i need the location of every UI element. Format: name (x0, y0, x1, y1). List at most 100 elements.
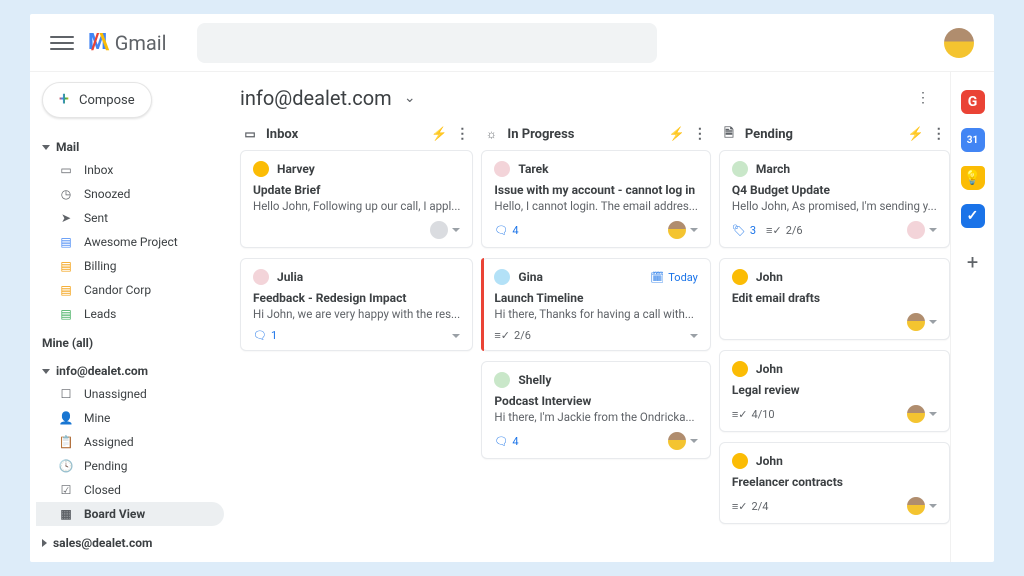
card-header: March (732, 161, 937, 177)
card-update-brief[interactable]: HarveyUpdate BriefHello John, Following … (240, 150, 473, 248)
board-title: info@dealet.com (240, 86, 392, 110)
automation-bolt-icon[interactable]: ⚡ (669, 127, 685, 142)
tag-icon: 🏷 (732, 224, 746, 237)
assignee-dropdown-icon[interactable] (452, 334, 460, 338)
column-menu-kebab-icon[interactable]: ⋮ (693, 126, 707, 142)
rail-grammarly-icon[interactable]: G (961, 90, 985, 114)
card-podcast-interview[interactable]: ShellyPodcast InterviewHi there, I'm Jac… (481, 361, 711, 459)
rail-tasks-icon[interactable]: ✓ (961, 204, 985, 228)
clipboard-icon: 🗎 (721, 126, 737, 142)
column-in-progress: ☼In Progress⚡⋮TarekIssue with my account… (479, 120, 713, 554)
sidebar-item-candor-corp[interactable]: ▤Candor Corp (36, 278, 224, 302)
automation-bolt-icon[interactable]: ⚡ (908, 127, 924, 142)
assigned-icon: 📋 (58, 434, 74, 450)
assignee-dropdown-icon[interactable] (929, 412, 937, 416)
assignee-avatar[interactable] (668, 432, 686, 450)
card-footer: ≡✓2/4 (732, 497, 937, 515)
sidebar-item-board-view[interactable]: ▦Board View (36, 502, 224, 526)
checklist-progress[interactable]: ≡✓4/10 (732, 408, 775, 421)
comment-icon: 🗨 (494, 224, 508, 237)
sidebar-item-label: Billing (84, 259, 117, 273)
comments-count[interactable]: 🗨4 (494, 435, 518, 448)
chevron-down-icon[interactable]: ⌄ (402, 90, 418, 106)
comment-icon: 🗨 (494, 435, 508, 448)
sidebar-item-billing[interactable]: ▤Billing (36, 254, 224, 278)
mail-section-header[interactable]: Mail (36, 136, 224, 158)
column-menu-kebab-icon[interactable]: ⋮ (455, 126, 469, 142)
card-footer: ≡✓2/6 (494, 329, 698, 342)
card-preview: Hi there, I'm Jackie from the Ondricka..… (494, 410, 698, 424)
card-preview: Hi there, Thanks for having a call with.… (494, 307, 698, 321)
sender-dot-icon (253, 161, 269, 177)
card-feedback-redesign-impact[interactable]: JuliaFeedback - Redesign ImpactHi John, … (240, 258, 473, 351)
assignee-dropdown-icon[interactable] (452, 228, 460, 232)
sidebar-item-unassigned[interactable]: ☐Unassigned (36, 382, 224, 406)
assignee-avatar[interactable] (907, 313, 925, 331)
checklist-icon: ≡✓ (732, 408, 748, 421)
rail-keep-icon[interactable]: 💡 (961, 166, 985, 190)
account2-label: sales@dealet.com (53, 536, 152, 550)
comments-count[interactable]: 🗨4 (494, 224, 518, 237)
board-menu-kebab-icon[interactable]: ⋮ (916, 90, 930, 106)
comments-count[interactable]: 🗨1 (253, 329, 277, 342)
account1-header[interactable]: info@dealet.com (36, 360, 224, 382)
logo[interactable]: M /\ Gmail (88, 30, 167, 55)
card-freelancer-contracts[interactable]: JohnFreelancer contracts≡✓2/4 (719, 442, 950, 524)
sidebar-item-inbox[interactable]: ▭Inbox (36, 158, 224, 182)
sidebar-item-mine[interactable]: 👤Mine (36, 406, 224, 430)
sender-dot-icon (494, 269, 510, 285)
sidebar-item-pending[interactable]: 🕓Pending (36, 454, 224, 478)
assignee-avatar[interactable] (430, 221, 448, 239)
checklist-progress[interactable]: ≡✓2/6 (766, 224, 803, 237)
mine-section-header[interactable]: Mine (all) (36, 332, 224, 354)
sidebar-item-assigned[interactable]: 📋Assigned (36, 430, 224, 454)
card-subject: Issue with my account - cannot log in (494, 183, 698, 197)
sidebar-item-label: Inbox (84, 163, 113, 177)
column-pending: 🗎Pending⚡⋮MarchQ4 Budget UpdateHello Joh… (717, 120, 950, 554)
rail-add-button[interactable]: + (967, 250, 978, 274)
assignee-avatar[interactable] (907, 497, 925, 515)
assignee-dropdown-icon[interactable] (929, 320, 937, 324)
account-avatar[interactable] (944, 28, 974, 58)
card-legal-review[interactable]: JohnLegal review≡✓4/10 (719, 350, 950, 432)
card-header: John (732, 361, 937, 377)
column-menu-kebab-icon[interactable]: ⋮ (932, 126, 946, 142)
assignee-dropdown-icon[interactable] (929, 504, 937, 508)
card-q4-budget-update[interactable]: MarchQ4 Budget UpdateHello John, As prom… (719, 150, 950, 248)
sidebar-item-sent[interactable]: ➤Sent (36, 206, 224, 230)
sidebar-item-snoozed[interactable]: ◷Snoozed (36, 182, 224, 206)
automation-bolt-icon[interactable]: ⚡ (431, 127, 447, 142)
search-input[interactable] (197, 23, 657, 63)
card-preview: Hello John, As promised, I'm sending y..… (732, 199, 937, 213)
sidebar-item-label: Leads (84, 307, 116, 321)
assignee-avatar[interactable] (668, 221, 686, 239)
sidebar-item-leads[interactable]: ▤Leads (36, 302, 224, 326)
assignee-dropdown-icon[interactable] (929, 228, 937, 232)
card-subject: Launch Timeline (494, 291, 698, 305)
assignee-dropdown-icon[interactable] (690, 334, 698, 338)
sender-name: Gina (518, 270, 543, 284)
assignee-avatar[interactable] (907, 221, 925, 239)
account2-header[interactable]: sales@dealet.com (36, 532, 224, 554)
assignee-dropdown-icon[interactable] (690, 228, 698, 232)
assignee-dropdown-icon[interactable] (690, 439, 698, 443)
column-header: 🗎Pending⚡⋮ (717, 120, 950, 150)
compose-button[interactable]: + Compose (42, 82, 152, 118)
rail-calendar-icon[interactable]: 31 (961, 128, 985, 152)
checklist-progress[interactable]: ≡✓2/6 (494, 329, 531, 342)
card-launch-timeline[interactable]: Gina🗓TodayLaunch TimelineHi there, Thank… (481, 258, 711, 351)
main-menu-icon[interactable] (50, 31, 74, 55)
card-edit-email-drafts[interactable]: JohnEdit email drafts (719, 258, 950, 340)
sidebar-item-label: Board View (84, 507, 145, 521)
sidebar-item-awesome-project[interactable]: ▤Awesome Project (36, 230, 224, 254)
gmail-m-overlay: /\ (91, 30, 108, 55)
card-issue-with-my-account-cannot-log-in[interactable]: TarekIssue with my account - cannot log … (481, 150, 711, 248)
pending-icon: 🕓 (58, 458, 74, 474)
tag-count[interactable]: 🏷3 (732, 224, 756, 237)
chevron-down-icon (42, 369, 50, 374)
assignee-avatar[interactable] (907, 405, 925, 423)
sidebar-item-closed[interactable]: ☑Closed (36, 478, 224, 502)
card-header: Julia (253, 269, 460, 285)
shared-header[interactable]: All shared conversations (36, 560, 224, 562)
checklist-progress[interactable]: ≡✓2/4 (732, 500, 769, 513)
